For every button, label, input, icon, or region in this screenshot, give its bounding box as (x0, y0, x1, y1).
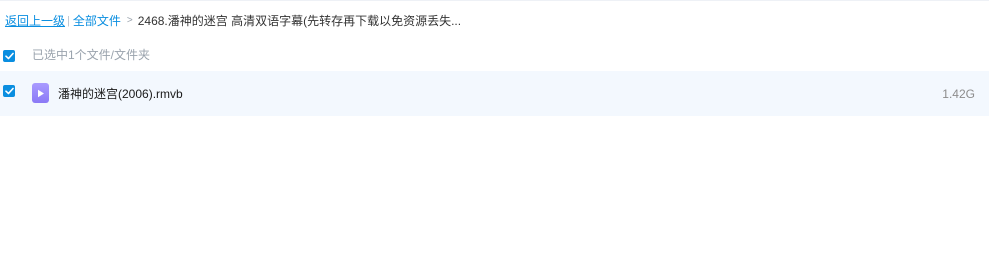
file-browser-page: 返回上一级 | 全部文件 > 2468.潘神的迷宫 高清双语字幕(先转存再下载以… (0, 0, 989, 259)
checkmark-icon (4, 52, 14, 60)
current-folder-name: 2468.潘神的迷宫 高清双语字幕(先转存再下载以免资源丢失... (137, 14, 462, 28)
breadcrumb: 返回上一级 | 全部文件 > 2468.潘神的迷宫 高清双语字幕(先转存再下载以… (5, 13, 461, 29)
file-name[interactable]: 潘神的迷宫(2006).rmvb (58, 86, 183, 102)
selection-status: 已选中1个文件/文件夹 (32, 48, 151, 62)
top-divider (0, 0, 989, 1)
breadcrumb-arrow: > (126, 15, 133, 26)
video-file-icon (32, 83, 49, 103)
file-size: 1.42G (942, 87, 975, 101)
file-checkbox[interactable] (3, 85, 15, 97)
file-row[interactable]: 潘神的迷宫(2006).rmvb 1.42G (0, 71, 989, 116)
back-to-parent-link[interactable]: 返回上一级 (5, 13, 65, 29)
checkmark-icon (4, 87, 14, 95)
select-all-checkbox[interactable] (3, 50, 15, 62)
selection-bar: 已选中1个文件/文件夹 (0, 42, 989, 68)
breadcrumb-separator: | (67, 15, 70, 27)
all-files-link[interactable]: 全部文件 (73, 13, 121, 29)
play-icon (37, 89, 44, 97)
